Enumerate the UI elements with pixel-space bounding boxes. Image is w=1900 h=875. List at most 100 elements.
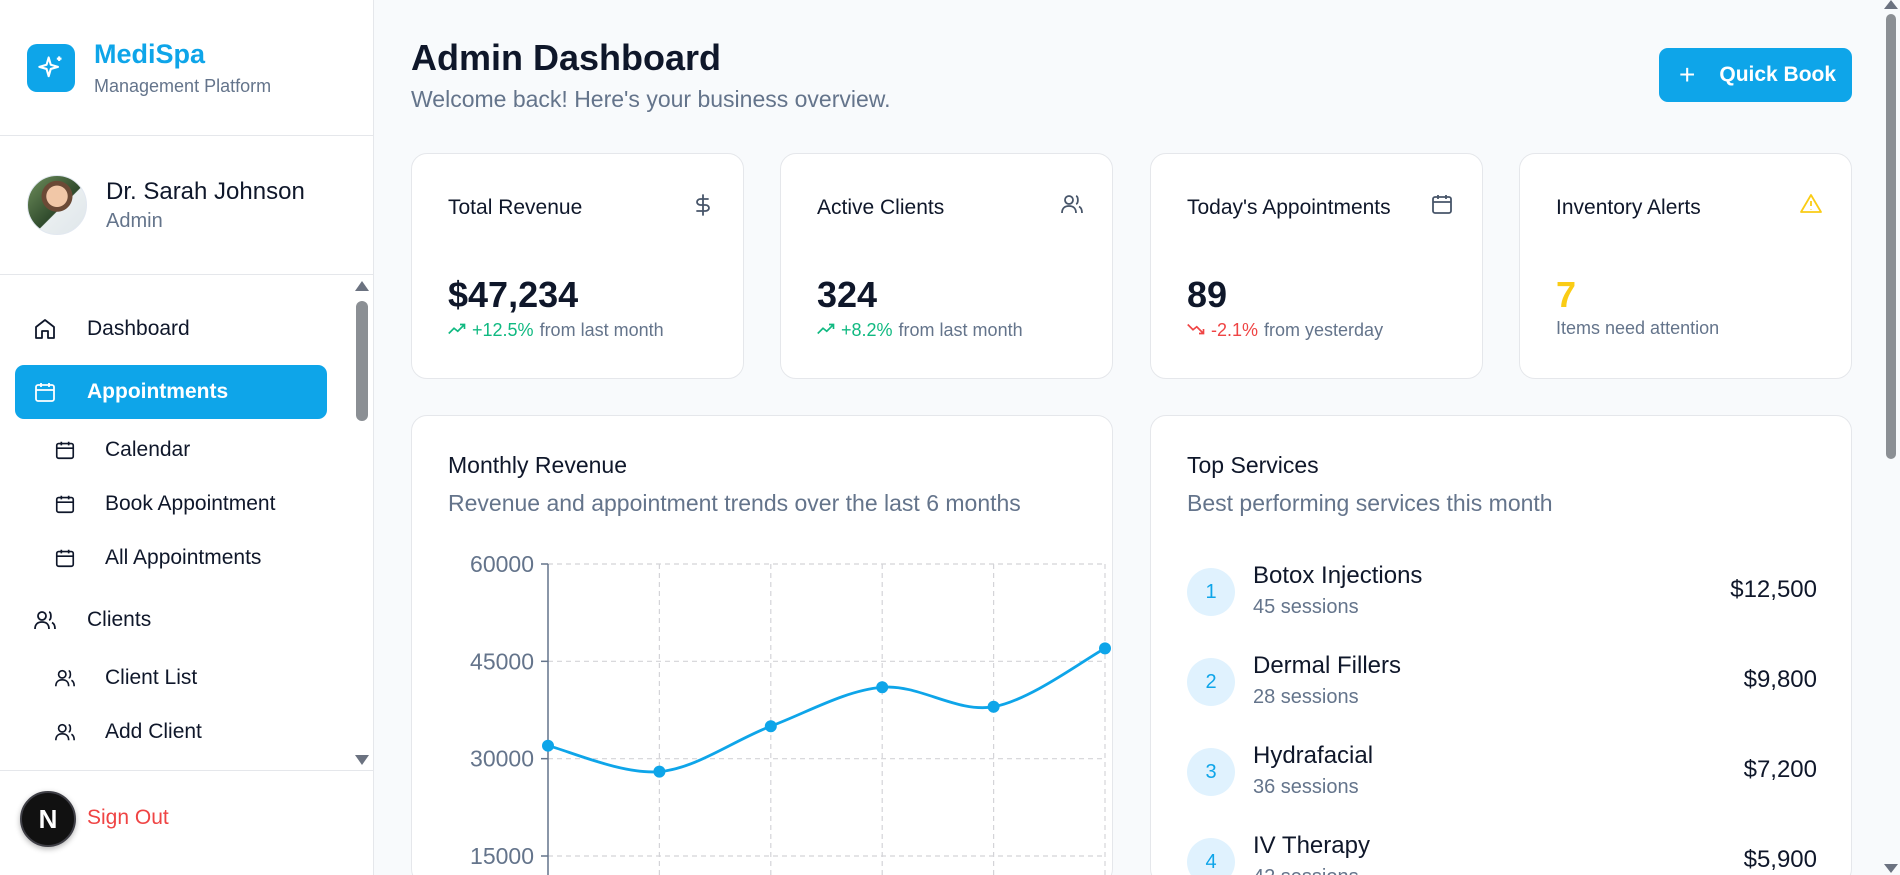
stat-title: Inventory Alerts [1556,196,1701,219]
sidebar-subitem-label: Add Client [105,720,202,743]
stat-change: +12.5% from last month [448,320,664,341]
revenue-series-line [547,647,1106,774]
scroll-down-arrow-icon[interactable] [1884,864,1898,873]
sidebar-item-label: Clients [87,608,152,631]
y-tick-label: 60000 [470,551,534,577]
quick-book-label: Quick Book [1719,63,1837,86]
profile-name: Dr. Sarah Johnson [106,178,305,205]
sidebar-subitem-add-client[interactable]: Add Client [50,712,202,752]
sidebar-item-clients[interactable]: Clients [15,593,327,647]
revenue-data-point [542,739,554,752]
scroll-up-arrow-icon[interactable] [355,281,369,291]
revenue-data-point [876,681,889,694]
sidebar-item-dashboard[interactable]: Dashboard [15,302,327,356]
service-rank: 1 [1187,568,1235,616]
calendar-icon [50,547,80,569]
stat-card-inventory-alerts: Inventory Alerts 7 Items need attention [1519,153,1852,379]
revenue-data-point [1099,642,1111,655]
sidebar-subitem-book-appointment[interactable]: Book Appointment [50,484,275,524]
stat-value: 7 [1556,274,1577,315]
stat-change-percent: +8.2% [841,320,893,340]
scroll-down-arrow-icon[interactable] [355,755,369,765]
page-subtitle: Welcome back! Here's your business overv… [411,86,891,112]
stat-title: Total Revenue [448,196,583,219]
panel-subtitle: Best performing services this month [1187,490,1553,516]
sidebar-subitem-all-appointments[interactable]: All Appointments [50,538,261,578]
service-item[interactable]: 4 IV Therapy 42 sessions $5,900 [1187,832,1817,875]
quick-book-button[interactable]: + Quick Book [1659,48,1852,102]
service-rank: 3 [1187,748,1235,796]
scrollbar-thumb[interactable] [356,301,368,421]
calendar-icon [50,439,80,461]
stat-value: $47,234 [448,274,579,315]
sidebar-item-label: Dashboard [87,317,190,340]
stat-card-active-clients: Active Clients 324 +8.2% from last month [780,153,1113,379]
revenue-data-point [653,765,666,778]
y-tick-label: 15000 [470,843,534,869]
service-sessions: 45 sessions [1253,596,1359,618]
sidebar-footer: N Sign Out [0,770,374,875]
stat-change: +8.2% from last month [817,320,1023,341]
stat-change-percent: -2.1% [1211,320,1259,340]
sidebar-scrollbar[interactable] [352,275,372,770]
user-profile[interactable]: Dr. Sarah Johnson Admin [0,136,373,275]
stat-change: -2.1% from yesterday [1187,320,1383,341]
service-sessions: 28 sessions [1253,686,1359,708]
trend-up-icon [448,320,466,341]
service-item[interactable]: 2 Dermal Fillers 28 sessions $9,800 [1187,652,1817,722]
stat-card-total-revenue: Total Revenue $47,234 +12.5% from last m… [411,153,744,379]
calendar-icon [1430,192,1454,221]
stat-title: Active Clients [817,196,945,219]
service-name: Botox Injections [1253,562,1423,589]
service-rank: 4 [1187,838,1235,875]
brand-name: MediSpa [94,39,206,69]
service-name: Hydrafacial [1253,742,1374,769]
service-amount: $12,500 [1730,576,1817,603]
users-icon [50,667,80,689]
stat-title: Today's Appointments [1187,196,1391,219]
trend-down-icon [1187,320,1205,341]
scroll-up-arrow-icon[interactable] [1884,0,1898,9]
service-item[interactable]: 3 Hydrafacial 36 sessions $7,200 [1187,742,1817,812]
service-rank: 2 [1187,658,1235,706]
users-icon [1060,192,1084,221]
sidebar-item-appointments[interactable]: Appointments [15,365,327,419]
service-amount: $9,800 [1743,666,1817,693]
profile-role: Admin [106,210,163,232]
page-scrollbar[interactable] [1880,0,1900,875]
revenue-line-chart: 60000 45000 30000 15000 [470,551,1111,875]
n-badge-icon[interactable]: N [20,791,76,847]
page-title: Admin Dashboard [411,37,722,78]
sparkles-icon [27,43,75,92]
stat-value: 89 [1187,274,1228,315]
monthly-revenue-panel: Monthly Revenue Revenue and appointment … [411,415,1113,875]
stat-change: Items need attention [1556,318,1719,339]
service-sessions: 42 sessions [1253,866,1359,875]
brand-subtitle: Management Platform [94,76,272,96]
trend-up-icon [817,320,835,341]
stat-change-text: Items need attention [1556,318,1720,338]
sign-out-button[interactable]: Sign Out [87,806,169,830]
service-item[interactable]: 1 Botox Injections 45 sessions $12,500 [1187,562,1817,632]
service-name: Dermal Fillers [1253,652,1402,679]
sidebar-subitem-label: Client List [105,666,198,689]
dollar-icon [691,192,715,223]
sidebar-subitem-calendar[interactable]: Calendar [50,430,190,470]
revenue-data-point [764,720,777,733]
sidebar: MediSpa Management Platform Dr. Sarah Jo… [0,0,374,875]
stat-card-todays-appointments: Today's Appointments 89 -2.1% from yeste… [1150,153,1483,379]
users-icon [30,608,60,632]
avatar [27,175,87,235]
users-icon [50,721,80,743]
sidebar-subitem-client-list[interactable]: Client List [50,658,197,698]
service-sessions: 36 sessions [1253,776,1359,798]
stat-change-text: from last month [539,320,664,340]
service-amount: $7,200 [1743,756,1817,783]
plus-icon: + [1679,59,1696,90]
revenue-data-point [987,700,1000,713]
y-tick-label: 30000 [470,746,534,772]
panel-title: Top Services [1187,452,1319,478]
sidebar-subitem-label: All Appointments [105,546,262,569]
top-services-panel: Top Services Best performing services th… [1150,415,1852,875]
page-scrollbar-thumb[interactable] [1886,14,1896,459]
